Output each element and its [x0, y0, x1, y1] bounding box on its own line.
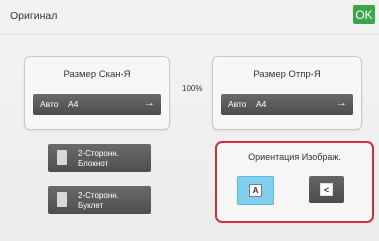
- portrait-orientation-icon: A: [249, 184, 262, 197]
- duplex-booklet-button[interactable]: 2-Сторонн. Буклет: [48, 186, 151, 214]
- page-title: Оригинал: [10, 10, 58, 22]
- send-size-title: Размер Отпр-Я: [253, 69, 321, 80]
- send-size-select[interactable]: Авто A4 →: [221, 94, 353, 115]
- duplex-booklet-line1: 2-Сторонн.: [78, 191, 119, 200]
- scan-size-panel: Размер Скан-Я Авто A4 →: [24, 56, 170, 130]
- arrow-right-icon: →: [336, 97, 347, 109]
- scan-size-select[interactable]: Авто A4 →: [33, 94, 161, 115]
- duplex-tablet-button[interactable]: 2-Сторонн. Блокнот: [48, 144, 151, 172]
- orientation-landscape-button[interactable]: <: [309, 176, 344, 203]
- ok-button[interactable]: OK: [353, 5, 375, 24]
- duplex-tablet-line1: 2-Сторонн.: [78, 149, 119, 158]
- arrow-right-icon: →: [144, 97, 155, 109]
- document-icon: [57, 150, 67, 165]
- orientation-panel: Ориентация Изображ. A <: [215, 141, 374, 223]
- duplex-tablet-line2: Блокнот: [78, 159, 109, 168]
- landscape-orientation-icon: <: [320, 183, 333, 196]
- scan-size-mode: Авто: [40, 99, 59, 109]
- orientation-title: Ориентация Изображ.: [248, 152, 341, 162]
- orientation-portrait-button[interactable]: A: [237, 176, 274, 205]
- send-size-value: A4: [256, 99, 267, 109]
- scan-size-title: Размер Скан-Я: [63, 69, 131, 80]
- scan-size-value: A4: [68, 99, 79, 109]
- duplex-booklet-line2: Буклет: [78, 201, 104, 210]
- ratio-label: 100%: [182, 84, 203, 93]
- send-size-mode: Авто: [228, 99, 247, 109]
- send-size-panel: Размер Отпр-Я Авто A4 →: [212, 56, 362, 130]
- title-bar: Оригинал OK: [0, 0, 379, 35]
- original-settings-screen: Оригинал OK Размер Скан-Я Авто A4 → 100%…: [0, 0, 379, 241]
- book-icon: [57, 192, 67, 207]
